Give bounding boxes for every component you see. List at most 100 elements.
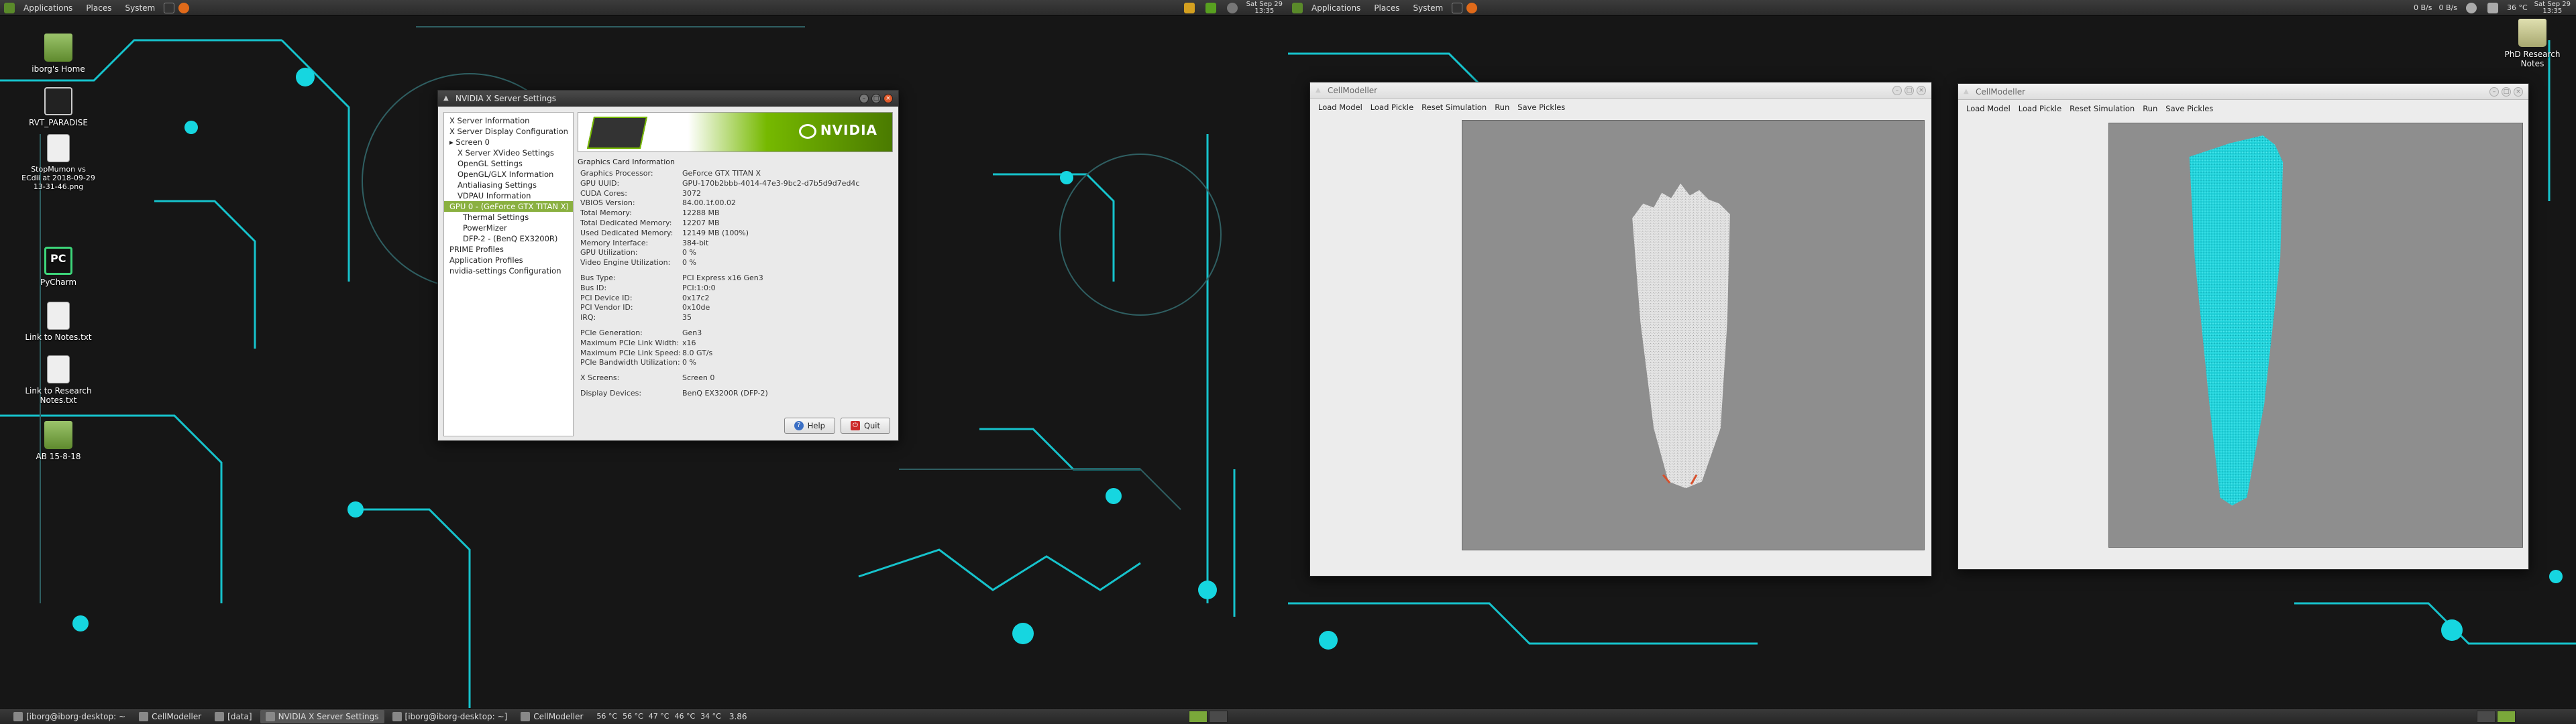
taskbar-button[interactable]: CellModeller bbox=[133, 710, 207, 723]
workspace-switcher[interactable] bbox=[1189, 710, 1228, 723]
tree-item[interactable]: X Server Display Configuration bbox=[444, 126, 573, 137]
menu-places[interactable]: Places bbox=[1367, 3, 1406, 13]
tree-item[interactable]: Antialiasing Settings bbox=[444, 180, 573, 190]
tree-item[interactable]: PowerMizer bbox=[444, 223, 573, 233]
nvidia-titlebar[interactable]: ▲ NVIDIA X Server Settings – □ × bbox=[438, 90, 898, 107]
minimize-button[interactable]: – bbox=[1892, 85, 1902, 95]
temperature-readout[interactable]: 47 °C bbox=[649, 712, 669, 721]
load-model-button[interactable]: Load Model bbox=[1318, 103, 1362, 112]
tree-item[interactable]: VDPAU Information bbox=[444, 190, 573, 201]
tree-item[interactable]: X Server XVideo Settings bbox=[444, 147, 573, 158]
workspace-2[interactable] bbox=[2497, 710, 2516, 723]
desktop-icon-screenshot[interactable]: StopMumon vs ECdii at 2018-09-29 13-31-4… bbox=[21, 134, 95, 191]
info-value: GeForce GTX TITAN X bbox=[682, 169, 761, 178]
tree-item[interactable]: GPU 0 - (GeForce GTX TITAN X) bbox=[444, 201, 573, 212]
desktop-icon-research-notes[interactable]: Link to Research Notes.txt bbox=[21, 355, 95, 405]
help-button[interactable]: ? Help bbox=[784, 418, 835, 434]
cellmodeller-titlebar[interactable]: ▲ CellModeller – □ × bbox=[1310, 82, 1931, 99]
desktop-icon-ab-folder[interactable]: AB 15-8-18 bbox=[21, 421, 95, 461]
taskbar-label: NVIDIA X Server Settings bbox=[278, 711, 379, 721]
terminal-launcher-icon[interactable] bbox=[1452, 2, 1463, 13]
close-button[interactable]: × bbox=[1917, 85, 1926, 95]
maximize-button[interactable]: □ bbox=[1904, 85, 1914, 95]
audio-file-icon bbox=[44, 87, 72, 115]
cellmodeller-titlebar[interactable]: ▲ CellModeller – □ × bbox=[1958, 84, 2528, 100]
window-menu-icon[interactable]: ▲ bbox=[1316, 86, 1324, 95]
maximize-button[interactable]: □ bbox=[2502, 86, 2511, 97]
tree-item[interactable]: DFP-2 - (BenQ EX3200R) bbox=[444, 233, 573, 244]
reset-simulation-button[interactable]: Reset Simulation bbox=[2070, 104, 2135, 113]
menu-applications[interactable]: Applications bbox=[17, 3, 79, 13]
workspace-1[interactable] bbox=[1189, 710, 1208, 723]
desktop-icon-rvt-paradise[interactable]: RVT_PARADISE bbox=[21, 87, 95, 127]
power-icon[interactable] bbox=[1226, 2, 1238, 13]
tree-item[interactable]: Thermal Settings bbox=[444, 212, 573, 223]
menu-applications[interactable]: Applications bbox=[1305, 3, 1367, 13]
desktop-icon-phd-notes[interactable]: PhD Research Notes bbox=[2496, 19, 2569, 68]
info-value: x16 bbox=[682, 338, 696, 347]
desktop-icon-notes[interactable]: Link to Notes.txt bbox=[21, 302, 95, 342]
taskbar-button[interactable]: NVIDIA X Server Settings bbox=[260, 709, 384, 723]
load-pickle-button[interactable]: Load Pickle bbox=[2019, 104, 2061, 113]
menu-places[interactable]: Places bbox=[79, 3, 118, 13]
info-row: Total Dedicated Memory: 12207 MB bbox=[580, 219, 893, 229]
temperature-readout[interactable]: 56 °C bbox=[623, 712, 643, 721]
info-value: GPU-170b2bbb-4014-47e3-9bc2-d7b5d9d7ed4c bbox=[682, 178, 860, 188]
tree-item[interactable]: nvidia-settings Configuration bbox=[444, 265, 573, 276]
clock[interactable]: Sat Sep 29 13:35 bbox=[2534, 1, 2571, 15]
minimize-button[interactable]: – bbox=[859, 94, 869, 103]
simulation-viewport[interactable] bbox=[1462, 120, 1925, 550]
pycharm-icon bbox=[44, 247, 72, 275]
tree-item[interactable]: OpenGL/GLX Information bbox=[444, 169, 573, 180]
reset-simulation-button[interactable]: Reset Simulation bbox=[1421, 103, 1487, 112]
menu-system[interactable]: System bbox=[118, 3, 162, 13]
workspace-2[interactable] bbox=[1209, 710, 1228, 723]
taskbar-button[interactable]: [iborg@iborg-desktop: ~ bbox=[8, 710, 131, 723]
tree-item[interactable]: X Server Information bbox=[444, 115, 573, 126]
clock[interactable]: Sat Sep 29 13:35 bbox=[1246, 1, 1283, 15]
save-pickles-button[interactable]: Save Pickles bbox=[2165, 104, 2213, 113]
desktop-icon-pycharm[interactable]: PyCharm bbox=[21, 247, 95, 287]
bluetooth-icon[interactable] bbox=[2465, 2, 2477, 13]
mint-menu-icon[interactable] bbox=[1292, 2, 1303, 13]
menu-system[interactable]: System bbox=[1406, 3, 1450, 13]
tree-item[interactable]: OpenGL Settings bbox=[444, 158, 573, 169]
firefox-launcher-icon[interactable] bbox=[1466, 2, 1478, 13]
close-button[interactable]: × bbox=[2514, 86, 2523, 97]
tree-item[interactable]: ▸ Screen 0 bbox=[444, 137, 573, 147]
desktop-icon-home[interactable]: iborg's Home bbox=[21, 34, 95, 74]
tree-item[interactable]: PRIME Profiles bbox=[444, 244, 573, 255]
terminal-launcher-icon[interactable] bbox=[164, 2, 175, 13]
temperature-readout[interactable]: 46 °C bbox=[674, 712, 695, 721]
tree-item[interactable]: Application Profiles bbox=[444, 255, 573, 265]
info-key: GPU Utilization: bbox=[580, 248, 638, 257]
info-value: Screen 0 bbox=[682, 373, 715, 383]
info-key: PCIe Generation: bbox=[580, 328, 643, 337]
taskbar-button[interactable]: [data] bbox=[209, 710, 257, 723]
settings-tree[interactable]: X Server Information X Server Display Con… bbox=[443, 112, 574, 436]
temperature-readout[interactable]: 34 °C bbox=[700, 712, 721, 721]
workspace-switcher[interactable] bbox=[2477, 710, 2516, 723]
firefox-launcher-icon[interactable] bbox=[178, 2, 190, 13]
load-model-button[interactable]: Load Model bbox=[1966, 104, 2010, 113]
temperature-applets: 56 °C 56 °C 47 °C 46 °C 34 °C bbox=[596, 712, 720, 721]
mint-menu-icon[interactable] bbox=[4, 2, 15, 13]
minimize-button[interactable]: – bbox=[2489, 86, 2499, 97]
save-pickles-button[interactable]: Save Pickles bbox=[1517, 103, 1565, 112]
run-button[interactable]: Run bbox=[1495, 103, 1509, 112]
simulation-viewport[interactable] bbox=[2108, 123, 2523, 548]
maximize-button[interactable]: □ bbox=[871, 94, 881, 103]
network-monitor-icon[interactable] bbox=[1205, 2, 1216, 13]
window-menu-icon[interactable]: ▲ bbox=[443, 95, 451, 103]
cpu-monitor-icon[interactable] bbox=[1183, 2, 1195, 13]
run-button[interactable]: Run bbox=[2143, 104, 2157, 113]
workspace-1[interactable] bbox=[2477, 710, 2496, 723]
taskbar-button[interactable]: CellModeller bbox=[515, 710, 588, 723]
taskbar-button[interactable]: [iborg@iborg-desktop: ~] bbox=[387, 710, 513, 723]
temperature-readout[interactable]: 56 °C bbox=[596, 712, 617, 721]
quit-button[interactable]: ⏻ Quit bbox=[840, 418, 890, 434]
window-menu-icon[interactable]: ▲ bbox=[1964, 88, 1972, 96]
volume-icon[interactable] bbox=[2487, 2, 2498, 13]
close-button[interactable]: × bbox=[883, 94, 893, 103]
load-pickle-button[interactable]: Load Pickle bbox=[1371, 103, 1413, 112]
